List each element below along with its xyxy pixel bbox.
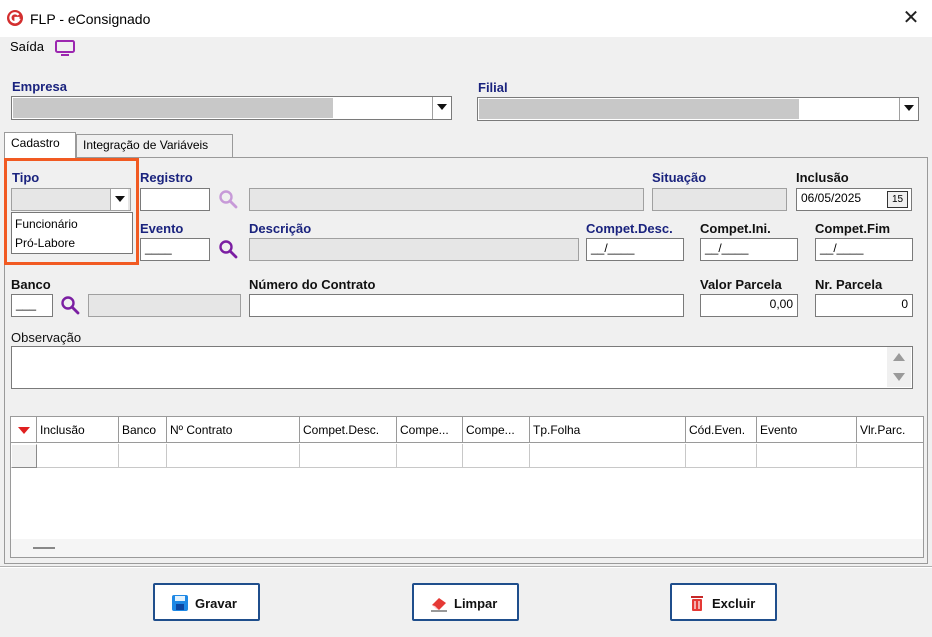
evento-label: Evento [140, 221, 184, 236]
grid-sort-column[interactable] [11, 417, 37, 443]
table-cell[interactable] [37, 444, 119, 468]
filial-select[interactable] [477, 97, 919, 121]
menu-bar: Saída [0, 37, 932, 59]
table-cell[interactable] [397, 444, 463, 468]
tipo-option-funcionario[interactable]: Funcionário [15, 217, 78, 231]
banco-input[interactable]: ___ [11, 294, 53, 317]
observacao-scrollbar[interactable] [887, 347, 911, 387]
col-compet-ini[interactable]: Compe... [397, 417, 463, 443]
situacao-label: Situação [652, 170, 707, 185]
col-evento[interactable]: Evento [757, 417, 857, 443]
table-cell[interactable] [757, 444, 857, 468]
banco-search-icon[interactable] [60, 295, 80, 315]
limpar-button[interactable]: Limpar [412, 583, 519, 621]
window-title: FLP - eConsignado [30, 11, 151, 27]
evento-search-icon[interactable] [218, 239, 238, 259]
col-inclusao[interactable]: Inclusão [37, 417, 119, 443]
limpar-label: Limpar [454, 596, 498, 611]
title-bar: FLP - eConsignado ✕ [0, 0, 932, 37]
save-icon [172, 595, 188, 611]
situacao-display [652, 188, 787, 211]
col-tp-folha[interactable]: Tp.Folha [530, 417, 686, 443]
excluir-label: Excluir [712, 596, 756, 611]
tipo-dropdown-list: Funcionário Pró-Labore [11, 212, 133, 254]
evento-input[interactable]: ____ [140, 238, 210, 261]
compet-ini-label: Compet.Ini. [700, 221, 771, 236]
compet-desc-input[interactable]: __/____ [586, 238, 684, 261]
col-cod-evento[interactable]: Cód.Even. [686, 417, 757, 443]
records-grid[interactable]: Inclusão Banco Nº Contrato Compet.Desc. … [10, 416, 924, 558]
app-logo-icon [7, 10, 23, 26]
menu-saida[interactable]: Saída [10, 39, 44, 54]
evento-value: ____ [145, 241, 172, 255]
banco-label: Banco [11, 277, 51, 292]
compet-desc-label: Compet.Desc. [586, 221, 673, 236]
compet-ini-input[interactable]: __/____ [700, 238, 798, 261]
tab-cadastro[interactable]: Cadastro [4, 132, 76, 158]
observacao-label: Observação [11, 330, 82, 345]
table-cell[interactable] [857, 444, 923, 468]
nr-parcela-input[interactable]: 0 [815, 294, 913, 317]
col-vlr-parc[interactable]: Vlr.Parc. [857, 417, 923, 443]
valor-parcela-value: 0,00 [769, 297, 793, 311]
col-compet-fim[interactable]: Compe... [463, 417, 530, 443]
filial-label: Filial [478, 80, 508, 95]
table-cell[interactable] [686, 444, 757, 468]
excluir-button[interactable]: Excluir [670, 583, 777, 621]
gravar-label: Gravar [195, 596, 237, 611]
numero-contrato-input[interactable] [249, 294, 684, 317]
numero-contrato-label: Número do Contrato [249, 277, 376, 292]
empresa-redacted-value [13, 98, 333, 118]
valor-parcela-label: Valor Parcela [700, 277, 782, 292]
nr-parcela-value: 0 [901, 297, 908, 311]
grid-horizontal-scrollbar[interactable] [11, 539, 923, 557]
scroll-down-icon[interactable] [893, 373, 905, 381]
calendar-icon[interactable]: 15 [887, 191, 908, 208]
col-banco[interactable]: Banco [119, 417, 167, 443]
compet-desc-value: __/____ [591, 241, 635, 255]
inclusao-label: Inclusão [796, 170, 849, 185]
banco-value: ___ [16, 297, 37, 311]
descricao-label: Descrição [249, 221, 312, 236]
descricao-display [249, 238, 579, 261]
empresa-dropdown-button[interactable] [432, 97, 450, 119]
registro-name-display [249, 188, 644, 211]
registro-search-icon[interactable] [218, 189, 238, 209]
col-numero-contrato[interactable]: Nº Contrato [167, 417, 300, 443]
sort-arrow-icon [18, 427, 30, 434]
grid-header: Inclusão Banco Nº Contrato Compet.Desc. … [11, 417, 923, 443]
row-indicator[interactable] [11, 444, 37, 468]
monitor-icon[interactable] [54, 39, 76, 57]
table-cell[interactable] [119, 444, 167, 468]
filial-redacted-value [479, 99, 799, 119]
close-button[interactable]: ✕ [896, 5, 926, 31]
scroll-up-icon[interactable] [893, 353, 905, 361]
eraser-icon [431, 598, 447, 612]
gravar-button[interactable]: Gravar [153, 583, 260, 621]
compet-fim-input[interactable]: __/____ [815, 238, 913, 261]
col-compet-desc[interactable]: Compet.Desc. [300, 417, 397, 443]
compet-fim-value: __/____ [820, 241, 864, 255]
filial-dropdown-button[interactable] [899, 98, 917, 120]
compet-fim-label: Compet.Fim [815, 221, 891, 236]
inclusao-date-value: 06/05/2025 [801, 191, 862, 205]
registro-input[interactable] [140, 188, 210, 211]
valor-parcela-input[interactable]: 0,00 [700, 294, 798, 317]
observacao-textarea[interactable] [11, 346, 913, 389]
table-cell[interactable] [530, 444, 686, 468]
table-cell[interactable] [463, 444, 530, 468]
trash-icon [691, 596, 703, 611]
nr-parcela-label: Nr. Parcela [815, 277, 883, 292]
table-cell[interactable] [300, 444, 397, 468]
table-row[interactable] [11, 444, 923, 468]
tipo-option-pro-labore[interactable]: Pró-Labore [15, 236, 75, 250]
tab-integracao-variaveis[interactable]: Integração de Variáveis [76, 134, 233, 158]
table-cell[interactable] [167, 444, 300, 468]
empresa-label: Empresa [12, 79, 67, 94]
banco-name-display [88, 294, 241, 317]
empresa-select[interactable] [11, 96, 452, 120]
footer-separator [0, 566, 932, 568]
compet-ini-value: __/____ [705, 241, 749, 255]
registro-label: Registro [140, 170, 193, 185]
